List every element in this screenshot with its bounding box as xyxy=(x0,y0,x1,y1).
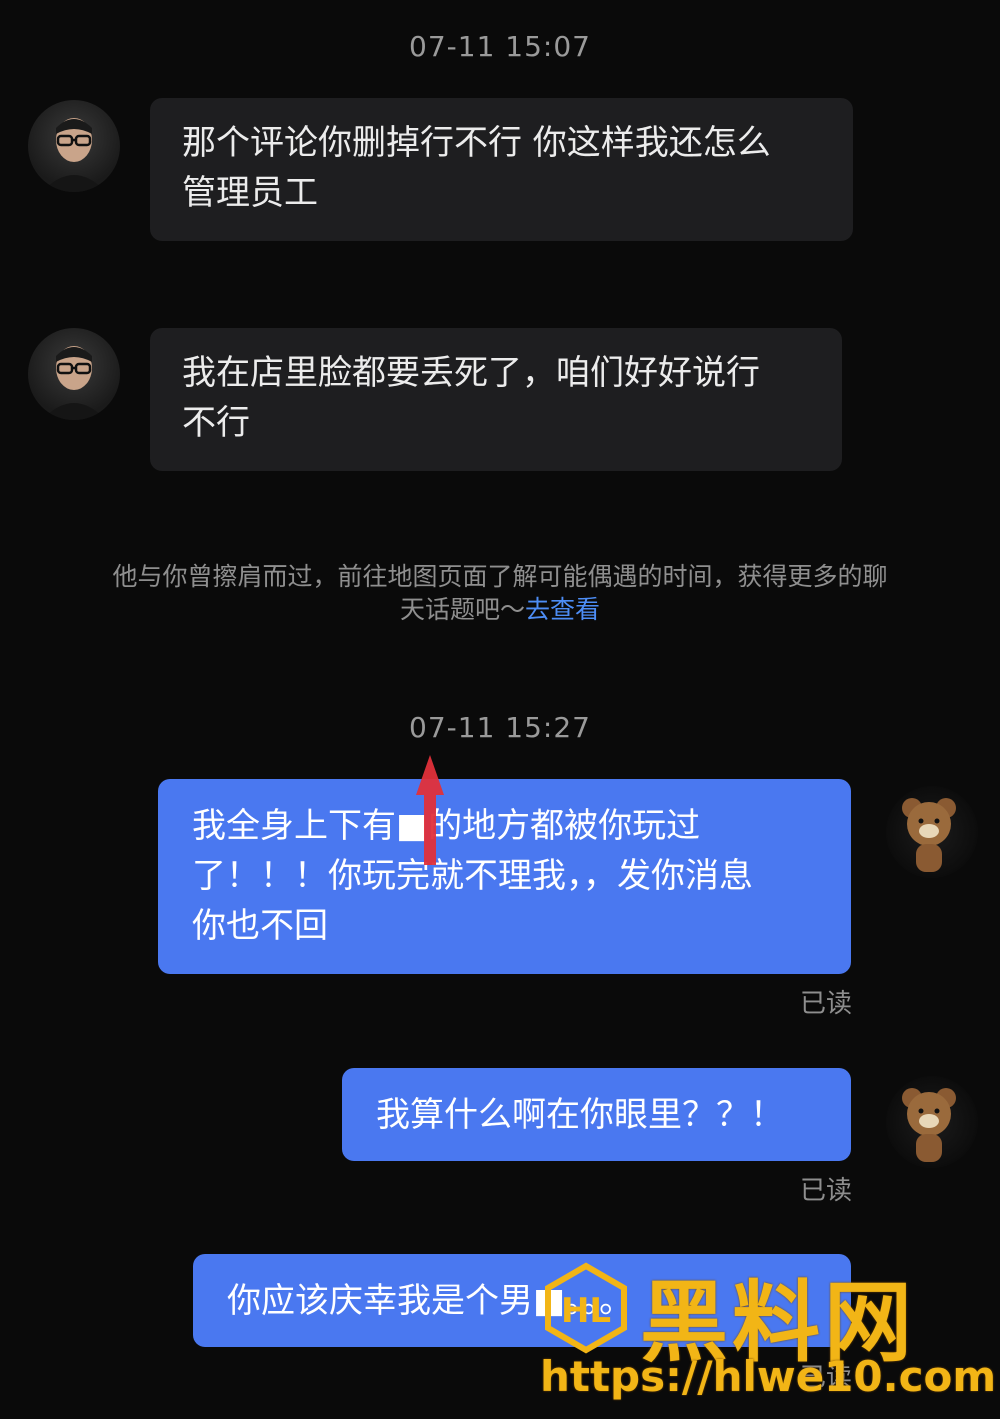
man-avatar-icon xyxy=(42,346,106,420)
watermark-url: https://hlwe10.com xyxy=(540,1352,997,1401)
my-avatar[interactable] xyxy=(886,786,978,878)
chat-window: 07-11 15:07 那个评论你删掉行不行 你这样我还怎么 管理员工 我在店里… xyxy=(0,0,1000,1419)
incoming-message[interactable]: 我在店里脸都要丢死了，咱们好好说行 不行 xyxy=(150,328,842,471)
teddy-bear-icon xyxy=(902,1088,956,1162)
contact-avatar[interactable] xyxy=(28,328,120,420)
read-status: 已读 xyxy=(799,1176,852,1206)
contact-avatar[interactable] xyxy=(28,100,120,192)
encounter-hint: 他与你曾擦肩而过，前往地图页面了解可能偶遇的时间，获得更多的聊天话题吧～去查看 xyxy=(110,560,890,626)
timestamp: 07-11 15:07 xyxy=(409,30,591,63)
outgoing-message[interactable]: 我全身上下有■的地方都被你玩过 了！！！你玩完就不理我，，发你消息 你也不回 xyxy=(158,779,851,974)
svg-text:HL: HL xyxy=(561,1291,611,1331)
incoming-message[interactable]: 那个评论你删掉行不行 你这样我还怎么 管理员工 xyxy=(150,98,853,241)
view-map-link[interactable]: 去查看 xyxy=(525,595,600,624)
my-avatar[interactable] xyxy=(886,1076,978,1168)
red-arrow-marker-icon xyxy=(416,755,444,865)
man-avatar-icon xyxy=(42,118,106,192)
outgoing-message[interactable]: 我算什么啊在你眼里？？！ xyxy=(342,1068,851,1161)
hint-text: 他与你曾擦肩而过，前往地图页面了解可能偶遇的时间，获得更多的聊天话题吧～ xyxy=(112,562,888,624)
read-status: 已读 xyxy=(799,989,852,1019)
teddy-bear-icon xyxy=(902,798,956,872)
timestamp: 07-11 15:27 xyxy=(409,711,591,744)
watermark-logo-icon: HL xyxy=(545,1262,627,1354)
